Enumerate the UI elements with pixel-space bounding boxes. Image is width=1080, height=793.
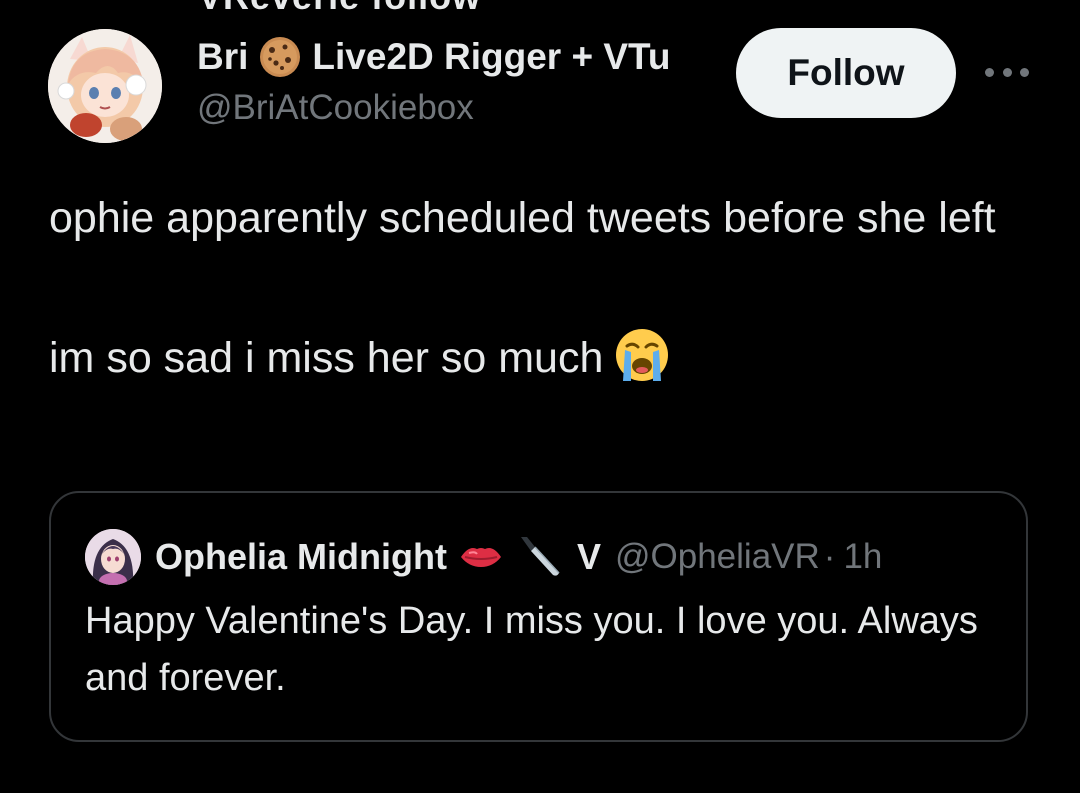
quoted-author-handle[interactable]: @OpheliaVR — [615, 537, 820, 577]
more-options-icon[interactable] — [985, 62, 1029, 82]
more-dot — [985, 67, 994, 77]
more-dot — [1002, 67, 1012, 77]
tweet-line-1: ophie apparently scheduled tweets before… — [49, 194, 996, 242]
anime-girl-avatar-icon — [85, 529, 141, 585]
quoted-author-name-suffix[interactable]: V — [577, 536, 601, 578]
quoted-author-name[interactable]: Ophelia Midnight — [155, 536, 447, 578]
kiss-mark-emoji-icon — [460, 548, 501, 567]
quoted-tweet-time[interactable]: 1h — [843, 537, 882, 577]
quoted-tweet-text: Happy Valentine's Day. I miss you. I lov… — [85, 600, 978, 699]
author-name-suffix[interactable]: Live2D Rigger + VTu — [312, 36, 670, 78]
anime-girl-avatar-icon — [48, 29, 162, 143]
quoted-author-avatar[interactable] — [85, 529, 141, 585]
quoted-header-separator: · — [823, 537, 836, 576]
tweet-body: ophie apparently scheduled tweets before… — [49, 183, 1039, 393]
more-dot — [1020, 67, 1029, 77]
quoted-tweet-header: Ophelia Midnight V @OpheliaVR · 1h — [155, 529, 1005, 585]
author-avatar[interactable] — [48, 29, 162, 143]
tweet-line-2: im so sad i miss her so much — [49, 334, 604, 382]
follow-button[interactable]: Follow — [736, 28, 956, 118]
cookie-emoji-icon — [260, 37, 301, 77]
tweet-line-gap — [49, 253, 1039, 323]
author-name[interactable]: Bri — [197, 36, 248, 78]
author-handle[interactable]: @BriAtCookiebox — [197, 88, 474, 128]
author-name-row[interactable]: Bri Live2D Rigger + VTu — [197, 32, 717, 82]
loudly-crying-face-emoji-icon — [616, 329, 669, 381]
quoted-tweet-card[interactable]: Ophelia Midnight V @OpheliaVR · 1h Happy… — [49, 491, 1028, 742]
tweet-line-2-row: im so sad i miss her so much — [49, 323, 1039, 393]
previous-tweet-cutoff-text: VReverie follow — [198, 0, 481, 18]
knife-emoji-icon — [520, 537, 560, 576]
